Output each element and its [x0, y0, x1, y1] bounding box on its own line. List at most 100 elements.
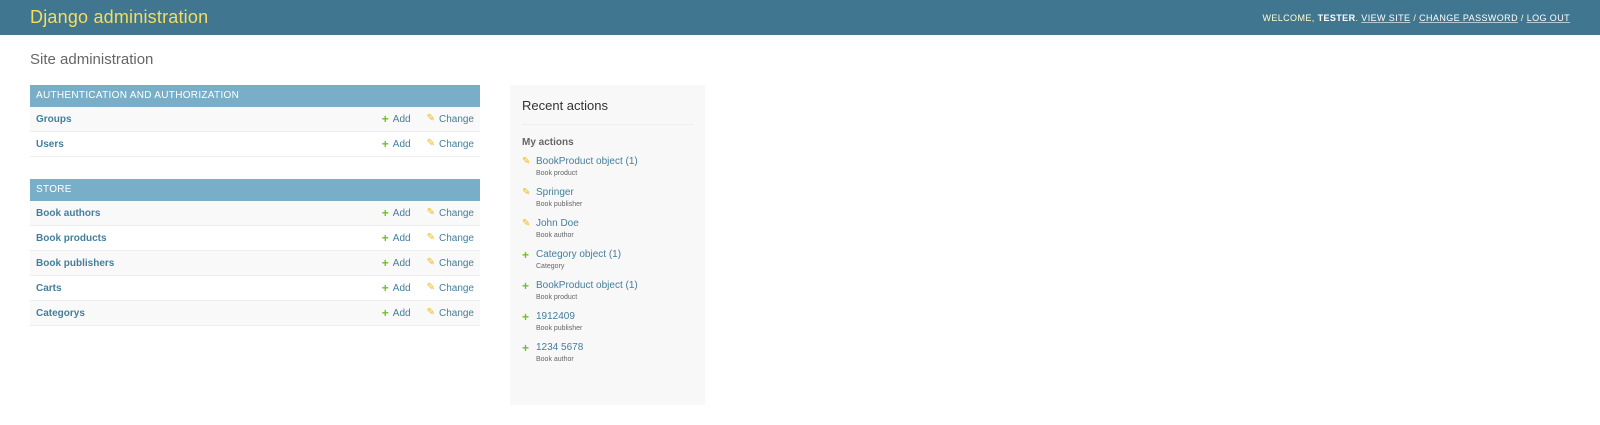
model-link[interactable]: Categorys — [36, 308, 366, 319]
plus-icon: + — [381, 112, 389, 126]
change-label: Change — [438, 307, 474, 319]
add-link[interactable]: + Add — [382, 232, 411, 244]
model-link[interactable]: Book publishers — [36, 258, 366, 269]
welcome-text: WELCOME, — [1262, 12, 1315, 23]
model-row: Book publishers + Add ✎ Change — [30, 251, 480, 276]
change-link[interactable]: ✎ Change — [427, 139, 474, 150]
recent-action-item: +1912409 Book publisher — [522, 311, 693, 332]
recent-action-item: + Category object (1) Category — [522, 249, 693, 270]
plus-icon: + — [522, 248, 530, 262]
model-row: Book authors + Add ✎ Change — [30, 201, 480, 226]
header: Django administration WELCOME, TESTER. V… — [0, 0, 1600, 35]
change-label: Change — [438, 257, 474, 269]
change-link[interactable]: ✎ Change — [427, 283, 474, 294]
pencil-icon: ✎ — [426, 307, 435, 318]
view-site-link[interactable]: VIEW SITE — [1361, 13, 1410, 23]
model-link[interactable]: Book products — [36, 233, 366, 244]
recent-action-item: + BookProduct object (1) Book product — [522, 280, 693, 301]
recent-actions-title: Recent actions — [522, 85, 693, 125]
add-label: Add — [392, 257, 411, 269]
recent-action-body: Category object (1) Category — [536, 249, 621, 270]
change-link[interactable]: ✎ Change — [427, 208, 474, 219]
change-label: Change — [438, 138, 474, 150]
change-link[interactable]: ✎ Change — [427, 233, 474, 244]
site-title[interactable]: Django administration — [30, 7, 208, 28]
log-out-link[interactable]: LOG OUT — [1527, 13, 1570, 23]
module-caption[interactable]: AUTHENTICATION AND AUTHORIZATION — [30, 85, 480, 107]
add-label: Add — [392, 207, 411, 219]
recent-action-link[interactable]: 1912409 — [536, 311, 582, 322]
add-link[interactable]: + Add — [382, 207, 411, 219]
change-label: Change — [438, 207, 474, 219]
pencil-icon: ✎ — [426, 232, 435, 243]
pencil-icon: ✎ — [426, 138, 435, 149]
separator: / — [1413, 12, 1417, 23]
pencil-icon: ✎ — [426, 282, 435, 293]
recent-action-type: Book publisher — [536, 325, 583, 332]
pencil-icon: ✎ — [522, 187, 531, 198]
module-caption[interactable]: STORE — [30, 179, 480, 201]
plus-icon: + — [381, 256, 389, 270]
plus-icon: + — [522, 341, 530, 355]
app-module: AUTHENTICATION AND AUTHORIZATION Groups + A… — [30, 85, 480, 157]
plus-icon: + — [381, 281, 389, 295]
recent-action-body: John Doe Book author — [536, 218, 579, 239]
page-title: Site administration — [30, 51, 154, 68]
recent-action-body: BookProduct object (1) Book product — [536, 156, 638, 177]
model-link[interactable]: Groups — [36, 114, 366, 125]
pencil-icon: ✎ — [426, 257, 435, 268]
pencil-icon: ✎ — [426, 113, 435, 124]
recent-action-type: Category — [536, 263, 565, 270]
recent-action-item: ✎ John Doe Book author — [522, 218, 693, 239]
recent-action-link[interactable]: John Doe — [536, 218, 579, 229]
add-link[interactable]: + Add — [382, 282, 411, 294]
pencil-icon: ✎ — [522, 218, 531, 229]
plus-icon: + — [522, 310, 530, 324]
model-row: Categorys + Add ✎ Change — [30, 301, 480, 326]
change-password-link[interactable]: CHANGE PASSWORD — [1419, 13, 1518, 23]
model-link[interactable]: Users — [36, 139, 366, 150]
add-label: Add — [392, 232, 411, 244]
add-label: Add — [392, 138, 411, 150]
recent-action-link[interactable]: Category object (1) — [536, 249, 621, 260]
app-module: STORE Book authors + Add ✎ Change Book product… — [30, 179, 480, 326]
recent-action-link[interactable]: 1234 5678 — [536, 342, 583, 353]
plus-icon: + — [522, 279, 530, 293]
plus-icon: + — [381, 231, 389, 245]
recent-action-link[interactable]: Springer — [536, 187, 582, 198]
add-link[interactable]: + Add — [382, 257, 411, 269]
recent-action-item: ✎ Springer Book publisher — [522, 187, 693, 208]
plus-icon: + — [381, 137, 389, 151]
change-label: Change — [438, 282, 474, 294]
model-link[interactable]: Carts — [36, 283, 366, 294]
pencil-icon: ✎ — [522, 156, 531, 167]
model-row: Carts + Add ✎ Change — [30, 276, 480, 301]
recent-action-type: Book product — [536, 170, 578, 177]
change-link[interactable]: ✎ Change — [427, 114, 474, 125]
model-row: Groups + Add ✎ Change — [30, 107, 480, 132]
recent-action-link[interactable]: BookProduct object (1) — [536, 280, 638, 291]
recent-action-link[interactable]: BookProduct object (1) — [536, 156, 638, 167]
add-link[interactable]: + Add — [382, 113, 411, 125]
recent-actions-list: ✎ BookProduct object (1) Book product ✎ Spri… — [522, 156, 693, 363]
username: TESTER — [1317, 12, 1356, 23]
change-link[interactable]: ✎ Change — [427, 258, 474, 269]
recent-action-item: +1234 5678 Book author — [522, 342, 693, 363]
recent-actions: Recent actions My actions ✎ BookProduct o… — [510, 85, 705, 405]
add-label: Add — [392, 113, 411, 125]
change-link[interactable]: ✎ Change — [427, 308, 474, 319]
model-row: Users + Add ✎ Change — [30, 132, 480, 157]
plus-icon: + — [381, 206, 389, 220]
add-link[interactable]: + Add — [382, 307, 411, 319]
model-link[interactable]: Book authors — [36, 208, 366, 219]
separator: / — [1520, 12, 1524, 23]
content: Site administration AUTHENTICATION AND A… — [0, 35, 1600, 405]
add-link[interactable]: + Add — [382, 138, 411, 150]
my-actions-title: My actions — [522, 137, 574, 148]
change-label: Change — [438, 113, 474, 125]
recent-action-body: 1912409 Book publisher — [536, 311, 582, 332]
recent-action-item: ✎ BookProduct object (1) Book product — [522, 156, 693, 177]
recent-action-type: Book author — [536, 356, 574, 363]
change-label: Change — [438, 232, 474, 244]
plus-icon: + — [381, 306, 389, 320]
